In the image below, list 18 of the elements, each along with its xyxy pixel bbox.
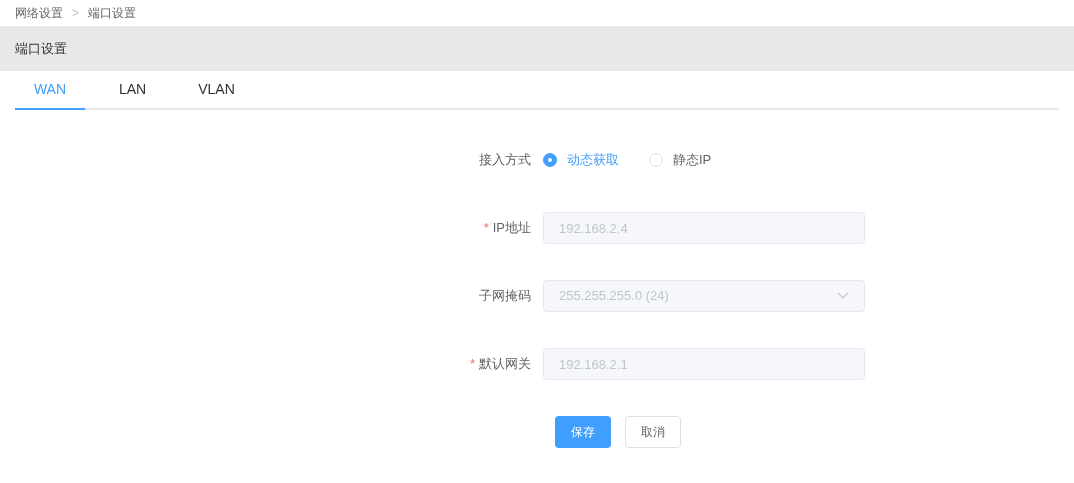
radio-option[interactable]: 静态IP [649, 150, 712, 170]
field-label: 子网掩码 [479, 287, 531, 306]
chevron-down-icon [837, 292, 849, 300]
cancel-button[interactable]: 取消 [625, 416, 681, 448]
radio-option[interactable]: 动态获取 [543, 150, 619, 170]
tab[interactable]: WAN [15, 71, 85, 110]
tab[interactable]: LAN [101, 71, 165, 110]
save-button[interactable]: 保存 [555, 416, 611, 448]
field-label: 默认网关 [479, 355, 531, 374]
breadcrumb-item: 端口设置 [88, 5, 136, 22]
breadcrumb-item[interactable]: 网络设置 [15, 4, 63, 22]
field-label: 接入方式 [479, 151, 531, 170]
required-mark: * [469, 355, 475, 374]
required-mark: * [483, 219, 489, 238]
breadcrumb-separator: > [72, 5, 79, 22]
field-label: IP地址 [492, 219, 531, 238]
page-header: 端口设置 [0, 26, 1074, 71]
tab[interactable]: VLAN [180, 71, 253, 110]
